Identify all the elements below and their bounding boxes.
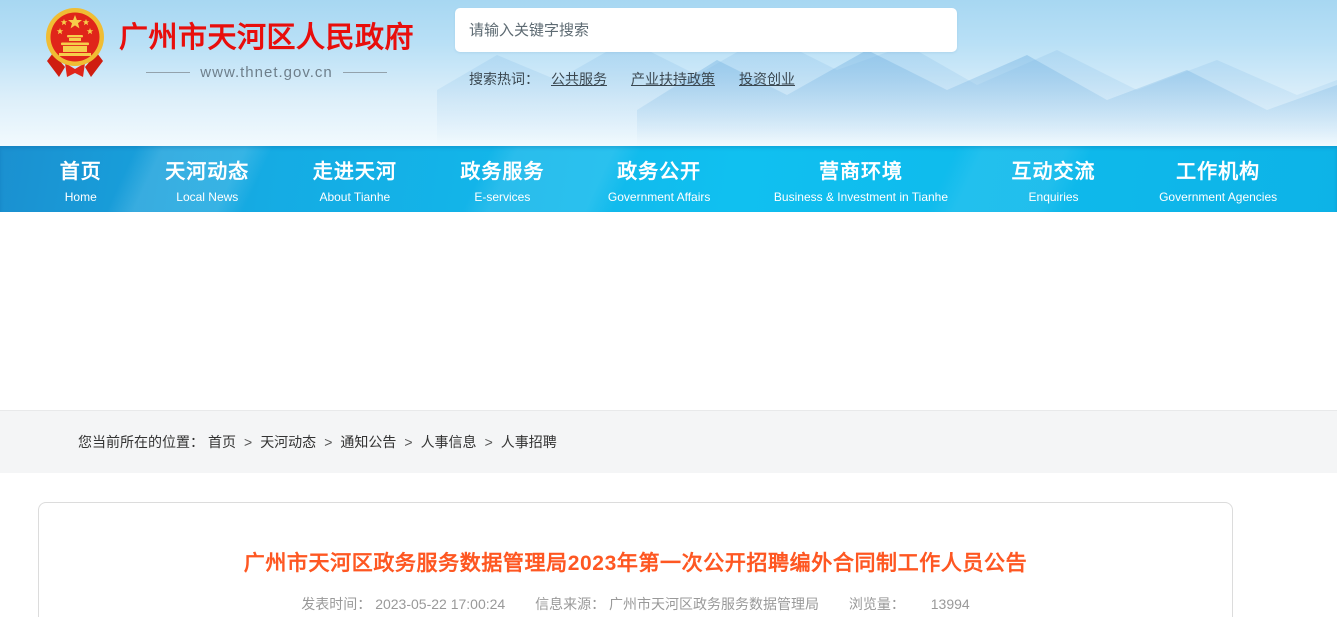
- article-title: 广州市天河区政务服务数据管理局2023年第一次公开招聘编外合同制工作人员公告: [39, 547, 1232, 577]
- hot-search-label: 搜索热词：: [469, 69, 539, 89]
- nav-item-zh: 营商环境: [774, 155, 948, 184]
- main-nav: 首页 Home 天河动态 Local News 走进天河 About Tianh…: [0, 146, 1337, 212]
- nav-item-en: E-services: [460, 190, 544, 204]
- source-value: 广州市天河区政务服务数据管理局: [609, 596, 819, 612]
- breadcrumb-separator: >: [244, 434, 252, 450]
- nav-item-en: Business & Investment in Tianhe: [774, 190, 948, 204]
- nav-item-zh: 工作机构: [1159, 155, 1277, 184]
- breadcrumb-separator: >: [324, 434, 332, 450]
- hot-word-industry-support-policy[interactable]: 产业扶持政策: [631, 69, 715, 89]
- nav-item-zh: 政务服务: [460, 155, 544, 184]
- breadcrumb-item-local-news[interactable]: 天河动态: [260, 432, 316, 452]
- breadcrumb-item-notices[interactable]: 通知公告: [340, 432, 396, 452]
- site-url: www.thnet.gov.cn: [200, 64, 332, 81]
- nav-item-government-affairs[interactable]: 政务公开 Government Affairs: [608, 155, 711, 204]
- nav-item-en: Local News: [165, 190, 249, 204]
- nav-item-en: Government Affairs: [608, 190, 711, 204]
- site-url-row: www.thnet.gov.cn: [119, 64, 414, 81]
- page: 广州市天河区人民政府 www.thnet.gov.cn 搜索热词： 公共服务 产…: [0, 0, 1337, 617]
- nav-item-zh: 天河动态: [165, 155, 249, 184]
- breadcrumb-item-recruitment[interactable]: 人事招聘: [501, 432, 557, 452]
- breadcrumb-item-personnel-info[interactable]: 人事信息: [421, 432, 477, 452]
- publish-time-label: 发表时间：: [301, 596, 371, 612]
- dash-line: [146, 72, 190, 73]
- nav-item-enquiries[interactable]: 互动交流 Enquiries: [1012, 155, 1096, 204]
- national-emblem-icon: [45, 5, 105, 81]
- logo-text: 广州市天河区人民政府 www.thnet.gov.cn: [119, 5, 414, 81]
- nav-item-zh: 走进天河: [313, 155, 397, 184]
- hot-search-row: 搜索热词： 公共服务 产业扶持政策 投资创业: [455, 69, 957, 89]
- nav-item-government-agencies[interactable]: 工作机构 Government Agencies: [1159, 155, 1277, 204]
- nav-item-home[interactable]: 首页 Home: [60, 155, 102, 204]
- nav-item-business-environment[interactable]: 营商环境 Business & Investment in Tianhe: [774, 155, 948, 204]
- content-area: 广州市天河区政务服务数据管理局2023年第一次公开招聘编外合同制工作人员公告 发…: [0, 473, 1337, 617]
- breadcrumb-separator: >: [485, 434, 493, 450]
- site-logo[interactable]: 广州市天河区人民政府 www.thnet.gov.cn: [45, 5, 414, 81]
- site-title: 广州市天河区人民政府: [119, 23, 414, 55]
- nav-item-en: Home: [60, 190, 102, 204]
- views-value: 13994: [931, 596, 970, 612]
- dash-line: [343, 72, 387, 73]
- article-meta: 发表时间： 2023-05-22 17:00:24 信息来源： 广州市天河区政务…: [39, 594, 1232, 614]
- publish-time-value: 2023-05-22 17:00:24: [375, 596, 505, 612]
- nav-item-en: Government Agencies: [1159, 190, 1277, 204]
- nav-item-zh: 政务公开: [608, 155, 711, 184]
- nav-item-eservices[interactable]: 政务服务 E-services: [460, 155, 544, 204]
- nav-item-zh: 首页: [60, 155, 102, 184]
- nav-item-local-news[interactable]: 天河动态 Local News: [165, 155, 249, 204]
- content-spacer: [0, 212, 1337, 410]
- nav-item-about-tianhe[interactable]: 走进天河 About Tianhe: [313, 155, 397, 204]
- views-label: 浏览量：: [849, 596, 905, 612]
- nav-item-en: About Tianhe: [313, 190, 397, 204]
- hot-word-investment-startup[interactable]: 投资创业: [739, 69, 795, 89]
- breadcrumb-label: 您当前所在的位置：: [78, 432, 204, 452]
- source-label: 信息来源：: [535, 596, 605, 612]
- article-card: 广州市天河区政务服务数据管理局2023年第一次公开招聘编外合同制工作人员公告 发…: [38, 502, 1233, 617]
- breadcrumb-separator: >: [404, 434, 412, 450]
- nav-item-zh: 互动交流: [1012, 155, 1096, 184]
- breadcrumb-item-home[interactable]: 首页: [208, 432, 236, 452]
- search-input[interactable]: [455, 8, 957, 52]
- breadcrumb-bar: 您当前所在的位置： 首页 > 天河动态 > 通知公告 > 人事信息 > 人事招聘: [0, 410, 1337, 473]
- nav-item-en: Enquiries: [1012, 190, 1096, 204]
- search-area: 搜索热词： 公共服务 产业扶持政策 投资创业: [455, 8, 957, 89]
- site-header: 广州市天河区人民政府 www.thnet.gov.cn 搜索热词： 公共服务 产…: [0, 0, 1337, 146]
- hot-word-public-services[interactable]: 公共服务: [551, 69, 607, 89]
